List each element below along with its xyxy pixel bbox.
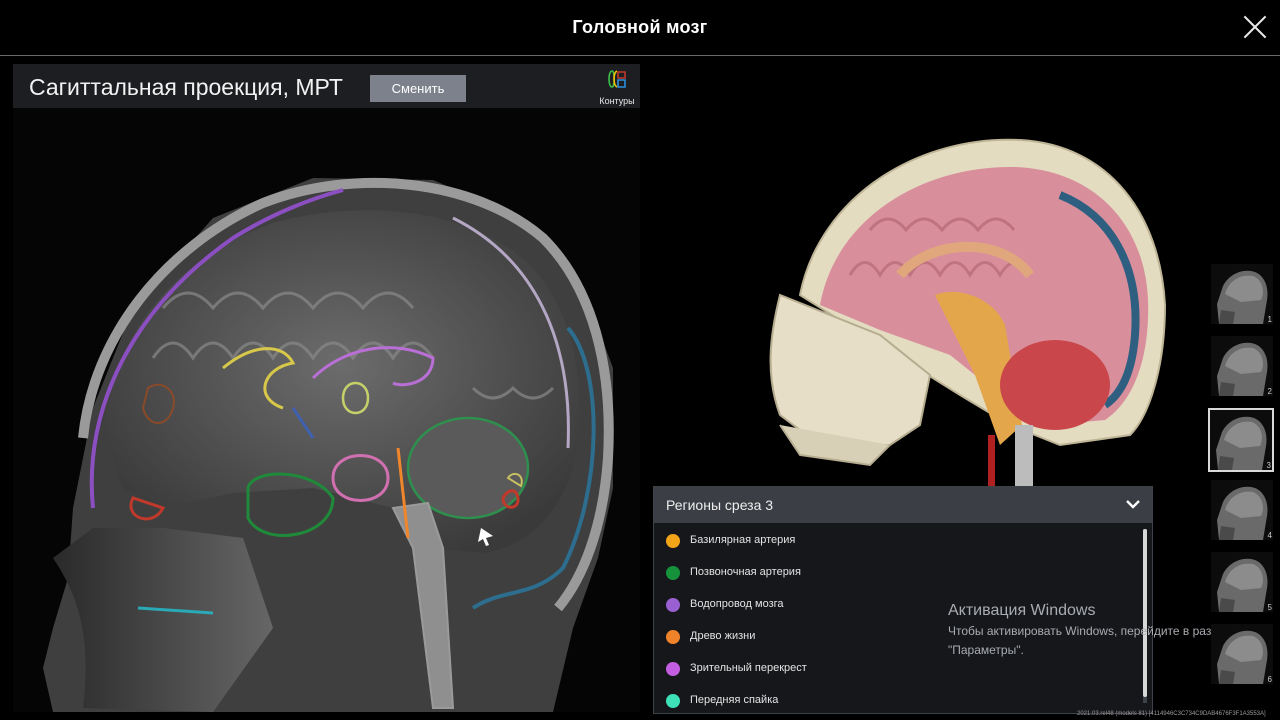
slice-preview	[1211, 480, 1273, 540]
activation-line-1: Чтобы активировать Windows, перейдите в …	[948, 624, 1232, 638]
regions-panel: Регионы среза 3 Базилярная артерия Позвон…	[653, 486, 1153, 714]
chevron-down-icon	[1126, 500, 1140, 509]
activation-line-2: "Параметры".	[948, 643, 1024, 657]
region-label: Передняя спайка	[690, 694, 779, 706]
slice-number: 3	[1266, 461, 1271, 470]
region-color-dot	[666, 566, 680, 580]
region-color-dot	[666, 534, 680, 548]
region-label: Базилярная артерия	[690, 534, 796, 546]
mri-slice-image[interactable]	[13, 108, 640, 712]
slice-thumbnail[interactable]: 5	[1211, 552, 1273, 612]
contours-icon	[608, 70, 626, 88]
close-button[interactable]	[1242, 14, 1268, 40]
slice-preview	[1211, 624, 1273, 684]
slice-number: 5	[1267, 603, 1272, 612]
windows-activation-watermark: Активация Windows Чтобы активировать Win…	[948, 602, 1231, 658]
slice-preview	[1211, 552, 1273, 612]
slice-thumbnail[interactable]: 6	[1211, 624, 1273, 684]
regions-dropdown-header[interactable]: Регионы среза 3	[654, 487, 1152, 523]
region-label: Древо жизни	[690, 630, 756, 642]
regions-title: Регионы среза 3	[666, 497, 774, 513]
region-color-dot	[666, 598, 680, 612]
region-color-dot	[666, 630, 680, 644]
slice-number: 2	[1267, 387, 1272, 396]
region-label: Позвоночная артерия	[690, 566, 801, 578]
slice-number: 6	[1267, 675, 1272, 684]
region-item[interactable]: Базилярная артерия	[654, 525, 1152, 557]
mri-header: Сагиттальная проекция, МРТ Сменить Конту…	[13, 64, 640, 108]
app-title: Головной мозг	[572, 17, 708, 37]
region-color-dot	[666, 694, 680, 708]
slice-number: 4	[1267, 531, 1272, 540]
region-label: Водопровод мозга	[690, 598, 784, 610]
contours-toggle[interactable]: Контуры	[595, 68, 639, 108]
mri-panel: Сагиттальная проекция, МРТ Сменить Конту…	[13, 64, 640, 712]
region-label: Зрительный перекрест	[690, 662, 807, 674]
slice-thumbnail[interactable]: 4	[1211, 480, 1273, 540]
region-color-dot	[666, 662, 680, 676]
slice-thumbnail[interactable]: 3	[1208, 408, 1274, 472]
contours-label: Контуры	[599, 96, 635, 106]
slice-preview	[1211, 336, 1273, 396]
activation-title: Активация Windows	[948, 602, 1096, 619]
region-item[interactable]: Позвоночная артерия	[654, 557, 1152, 589]
slice-thumbnail[interactable]: 2	[1211, 336, 1273, 396]
brain-3d-model[interactable]	[760, 125, 1180, 495]
title-bar: Головной мозг	[0, 0, 1280, 56]
slice-preview	[1211, 264, 1273, 324]
slice-number: 1	[1267, 315, 1272, 324]
slice-preview	[1210, 410, 1272, 470]
slice-thumbnail[interactable]: 1	[1211, 264, 1273, 324]
change-view-button[interactable]: Сменить	[370, 75, 466, 102]
build-info: 2021.03.rel48 (models 81) [4114946C3C734…	[1077, 711, 1266, 717]
view-title: Сагиттальная проекция, МРТ	[29, 74, 343, 100]
